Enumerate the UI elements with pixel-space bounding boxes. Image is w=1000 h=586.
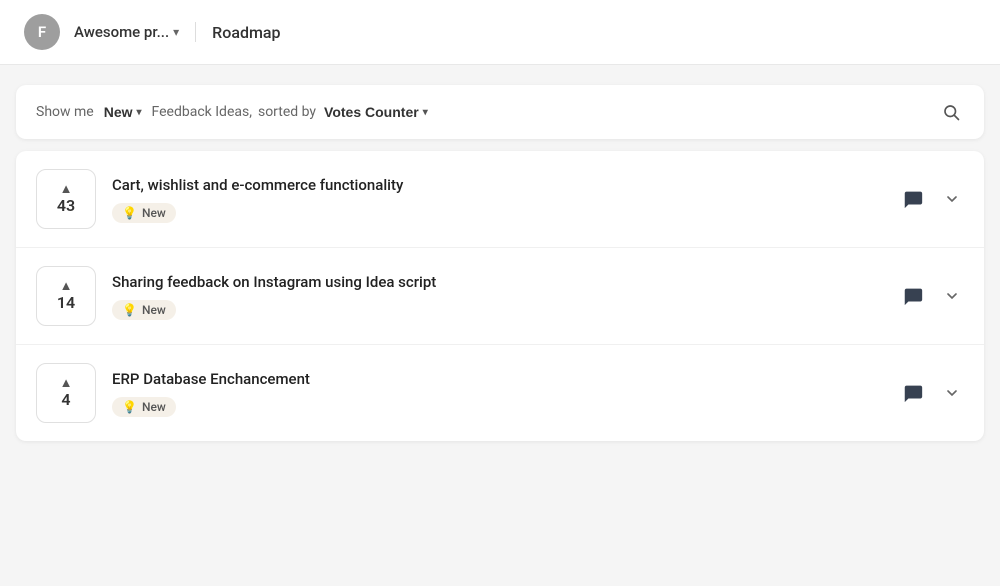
sort-votes-chevron-icon: ▾ [423, 107, 428, 118]
idea-title-3: ERP Database Enchancement [112, 370, 882, 388]
filter-bar: Show me New ▾ Feedback Ideas, sorted by … [16, 85, 984, 139]
card-content-1: Cart, wishlist and e-commerce functional… [112, 176, 882, 223]
sort-votes-value: Votes Counter [324, 104, 419, 120]
expand-button-2[interactable] [940, 284, 964, 308]
vote-box-3[interactable]: ▲ 4 [36, 363, 96, 423]
card-actions-1 [898, 184, 964, 214]
vote-count-1: 43 [57, 196, 75, 215]
avatar[interactable]: F [24, 14, 60, 50]
idea-card-2: ▲ 14 Sharing feedback on Instagram using… [16, 248, 984, 345]
ideas-list: ▲ 43 Cart, wishlist and e-commerce funct… [16, 151, 984, 441]
page-title: Roadmap [212, 23, 280, 42]
comment-icon-2 [902, 285, 924, 307]
workspace-name-label: Awesome pr... [74, 23, 169, 41]
filter-status-button[interactable]: New ▾ [100, 102, 146, 122]
chevron-down-icon-3 [944, 385, 960, 401]
workspace-selector[interactable]: Awesome pr... ▾ [74, 23, 179, 41]
comment-icon-3 [902, 382, 924, 404]
vote-arrow-icon-3: ▲ [60, 377, 73, 390]
vote-arrow-icon-2: ▲ [60, 280, 73, 293]
sorted-by-label: sorted by [258, 104, 316, 120]
header: F Awesome pr... ▾ Roadmap [0, 0, 1000, 65]
expand-button-3[interactable] [940, 381, 964, 405]
idea-card-1: ▲ 43 Cart, wishlist and e-commerce funct… [16, 151, 984, 248]
search-button[interactable] [938, 99, 964, 125]
expand-button-1[interactable] [940, 187, 964, 211]
comment-button-2[interactable] [898, 281, 928, 311]
sort-votes-button[interactable]: Votes Counter ▾ [320, 102, 432, 122]
card-actions-3 [898, 378, 964, 408]
idea-title-1: Cart, wishlist and e-commerce functional… [112, 176, 882, 194]
card-content-3: ERP Database Enchancement 💡 New [112, 370, 882, 417]
search-icon [942, 103, 960, 121]
card-actions-2 [898, 281, 964, 311]
badge-label-1: New [142, 206, 166, 220]
main-content: Show me New ▾ Feedback Ideas, sorted by … [0, 65, 1000, 461]
vote-box-1[interactable]: ▲ 43 [36, 169, 96, 229]
badge-label-3: New [142, 400, 166, 414]
card-content-2: Sharing feedback on Instagram using Idea… [112, 273, 882, 320]
ideas-text: Feedback Ideas, [152, 104, 252, 120]
vote-arrow-icon-1: ▲ [60, 183, 73, 196]
comment-icon-1 [902, 188, 924, 210]
bulb-icon-1: 💡 [122, 206, 137, 220]
bulb-icon-2: 💡 [122, 303, 137, 317]
badge-label-2: New [142, 303, 166, 317]
idea-card-3: ▲ 4 ERP Database Enchancement 💡 New [16, 345, 984, 441]
vote-box-2[interactable]: ▲ 14 [36, 266, 96, 326]
show-me-label: Show me [36, 104, 94, 120]
bulb-icon-3: 💡 [122, 400, 137, 414]
comment-button-3[interactable] [898, 378, 928, 408]
chevron-down-icon-2 [944, 288, 960, 304]
chevron-down-icon-1 [944, 191, 960, 207]
idea-badge-2: 💡 New [112, 300, 176, 320]
header-divider [195, 22, 196, 42]
filter-status-value: New [104, 104, 133, 120]
filter-status-chevron-icon: ▾ [137, 107, 142, 118]
vote-count-3: 4 [61, 390, 70, 409]
idea-badge-3: 💡 New [112, 397, 176, 417]
comment-button-1[interactable] [898, 184, 928, 214]
vote-count-2: 14 [57, 293, 75, 312]
workspace-chevron-icon: ▾ [173, 25, 179, 39]
idea-title-2: Sharing feedback on Instagram using Idea… [112, 273, 882, 291]
idea-badge-1: 💡 New [112, 203, 176, 223]
